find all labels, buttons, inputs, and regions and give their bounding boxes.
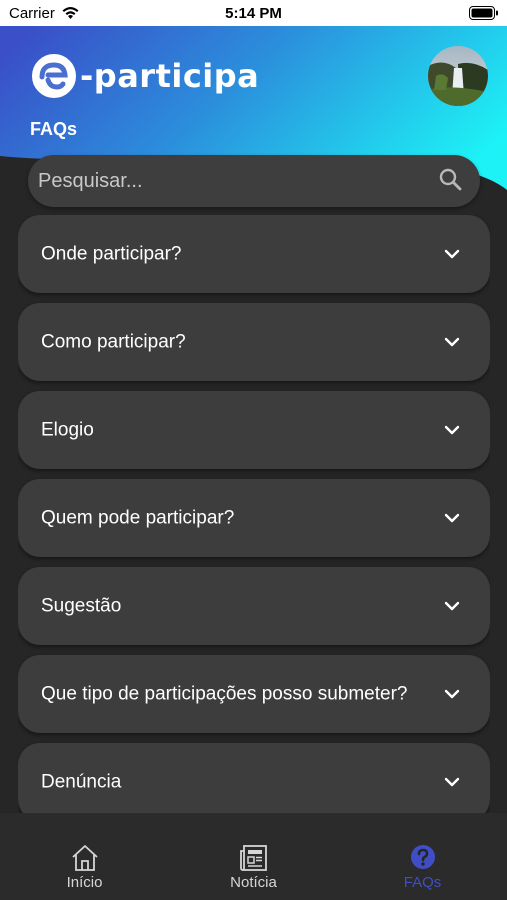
- chevron-down-icon[interactable]: [442, 244, 462, 264]
- search-input[interactable]: [38, 155, 428, 207]
- status-bar: Carrier 5:14 PM: [0, 0, 507, 26]
- app-logo: -participa: [30, 52, 259, 100]
- chevron-down-icon[interactable]: [442, 772, 462, 792]
- faq-item[interactable]: Elogio: [18, 391, 490, 469]
- bottom-navigation: Início Notícia FAQs: [0, 813, 507, 900]
- logo-text: -participa: [80, 57, 260, 95]
- search-icon[interactable]: [438, 167, 462, 191]
- nav-item-inicio[interactable]: Início: [0, 813, 169, 900]
- faq-question: Quem pode participar?: [41, 507, 235, 529]
- nav-label-noticia: Notícia: [230, 874, 277, 891]
- newspaper-icon: [239, 845, 267, 871]
- battery-icon: [469, 6, 498, 20]
- faq-item[interactable]: Onde participar?: [18, 215, 490, 293]
- chevron-down-icon[interactable]: [442, 684, 462, 704]
- nav-label-inicio: Início: [66, 874, 103, 891]
- logo-e-icon: [32, 54, 76, 98]
- nav-item-noticia[interactable]: Notícia: [169, 813, 338, 900]
- faqs-screen: Carrier 5:14 PM -participa FAQs Pesquisa…: [0, 0, 507, 900]
- page-title: FAQs: [30, 119, 78, 139]
- chevron-down-icon[interactable]: [442, 508, 462, 528]
- faq-item[interactable]: Sugestão: [18, 567, 490, 645]
- home-icon: [71, 845, 98, 871]
- faq-list: Onde participar? Como participar? Elogio…: [18, 215, 490, 813]
- faq-question: Sugestão: [41, 595, 122, 617]
- chevron-down-icon[interactable]: [442, 420, 462, 440]
- faq-item[interactable]: Como participar?: [18, 303, 490, 381]
- faq-question: Onde participar?: [41, 243, 182, 265]
- search-bar: [28, 155, 480, 207]
- faq-question: Elogio: [41, 419, 94, 441]
- avatar-image: [428, 46, 488, 106]
- chevron-down-icon[interactable]: [442, 596, 462, 616]
- faq-item[interactable]: Quem pode participar?: [18, 479, 490, 557]
- question-circle-icon: [410, 845, 435, 869]
- faq-question: Que tipo de participações posso submeter…: [41, 683, 408, 705]
- status-time: 5:14 PM: [225, 5, 282, 22]
- nav-item-faqs[interactable]: FAQs: [338, 813, 507, 900]
- faq-question: Denúncia: [41, 771, 122, 793]
- user-avatar[interactable]: [428, 46, 488, 106]
- chevron-down-icon[interactable]: [442, 332, 462, 352]
- faq-item[interactable]: Que tipo de participações posso submeter…: [18, 655, 490, 733]
- nav-label-faqs: FAQs: [403, 874, 442, 891]
- faq-item[interactable]: Denúncia: [18, 743, 490, 813]
- faq-question: Como participar?: [41, 331, 186, 353]
